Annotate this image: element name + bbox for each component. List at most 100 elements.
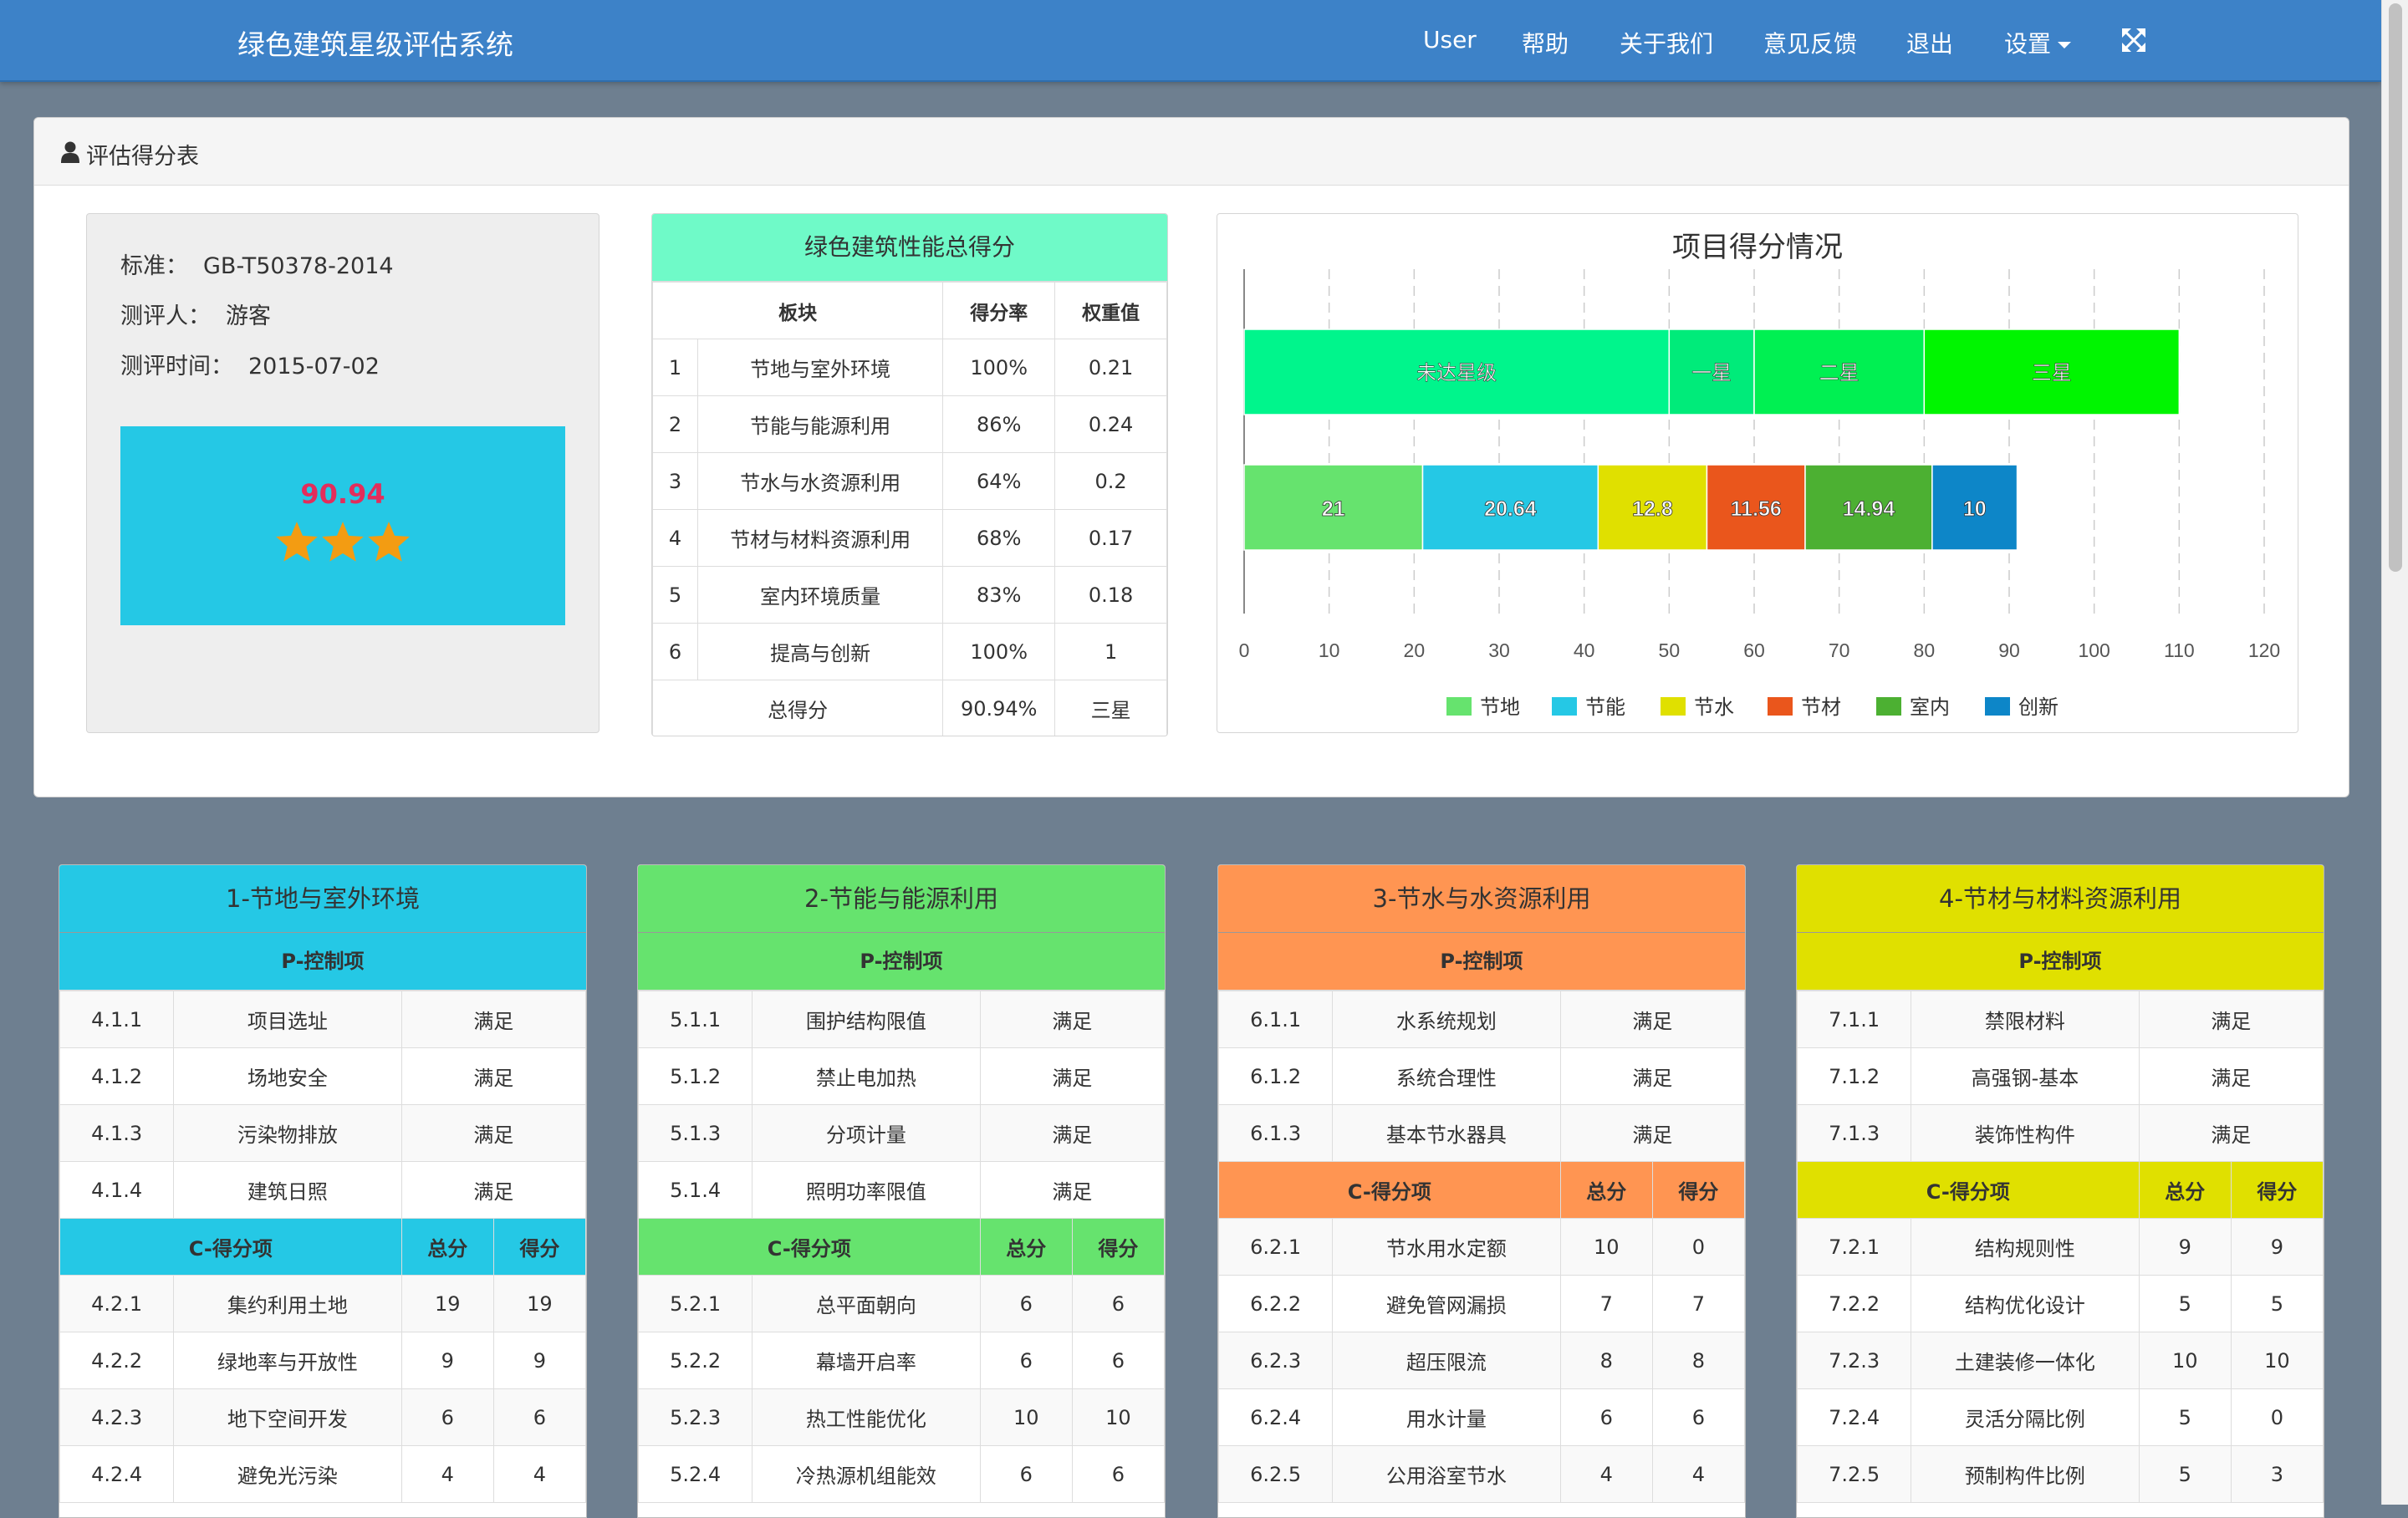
score-item-row[interactable]: 7.2.5 预制构件比例 5 3: [1797, 1445, 2324, 1503]
score-items-label: C-得分项: [1797, 1161, 2140, 1219]
table-row: 1 节地与室外环境 100% 0.21: [652, 339, 1167, 396]
row-weight: 0.2: [1054, 452, 1167, 510]
nav-settings-dropdown[interactable]: 设置: [2004, 26, 2072, 59]
page-scrollbar[interactable]: [2381, 0, 2408, 1505]
score-item-row[interactable]: 7.2.3 土建装修一体化 10 10: [1797, 1332, 2324, 1389]
row-rate: 64%: [942, 452, 1056, 510]
control-item-row[interactable]: 6.1.1 水系统规划 满足: [1218, 991, 1745, 1048]
item-code: 6.2.4: [1218, 1388, 1334, 1446]
row-rate: 68%: [942, 509, 1056, 567]
star-icon: [276, 522, 318, 562]
x-tick-label: 80: [1914, 639, 1936, 661]
x-tick-label: 50: [1659, 639, 1681, 661]
standard-label: 标准：: [120, 253, 188, 279]
item-status: 满足: [979, 1047, 1165, 1105]
score-data-label: 21: [1322, 497, 1345, 521]
item-name: 水系统规划: [1332, 991, 1561, 1048]
control-item-row[interactable]: 7.1.3 装饰性构件 满足: [1797, 1104, 2324, 1162]
scrollbar-thumb[interactable]: [2389, 3, 2402, 572]
nav-feedback[interactable]: 意见反馈: [1763, 26, 1857, 59]
table-header-row: 板块 得分率 权重值: [652, 282, 1167, 339]
nav-user[interactable]: User: [1423, 26, 1477, 53]
score-item-row[interactable]: 5.2.3 热工性能优化 10 10: [638, 1388, 1165, 1446]
item-code: 6.2.3: [1218, 1332, 1334, 1389]
control-item-row[interactable]: 4.1.4 建筑日照 满足: [59, 1161, 586, 1219]
item-name: 围护结构限值: [752, 991, 981, 1048]
item-total: 10: [2138, 1332, 2232, 1389]
legend-swatch: [1768, 697, 1793, 716]
control-item-row[interactable]: 4.1.3 污染物排放 满足: [59, 1104, 586, 1162]
control-item-row[interactable]: 4.1.2 场地安全 满足: [59, 1047, 586, 1105]
score-item-row[interactable]: 5.2.2 幕墙开启率 6 6: [638, 1332, 1165, 1389]
item-name: 预制构件比例: [1911, 1445, 2140, 1503]
score-item-row[interactable]: 6.2.5 公用浴室节水 4 4: [1218, 1445, 1745, 1503]
nav-logout[interactable]: 退出: [1906, 26, 1953, 59]
x-tick-label: 90: [1998, 639, 2020, 661]
score-item-row[interactable]: 7.2.2 结构优化设计 5 5: [1797, 1275, 2324, 1332]
control-items-header: P-控制项: [1218, 933, 1745, 991]
control-item-row[interactable]: 5.1.3 分项计量 满足: [638, 1104, 1165, 1162]
control-item-row[interactable]: 5.1.4 照明功率限值 满足: [638, 1161, 1165, 1219]
item-score: 10: [1071, 1388, 1165, 1446]
time-value: 2015-07-02: [248, 354, 380, 380]
module-table: 7.1.1 禁限材料 满足 7.1.2 高强钢-基本 满足 7.1.3 装饰性构件 满足 C-得分…: [1797, 991, 2324, 1503]
item-name: 幕墙开启率: [752, 1332, 981, 1389]
item-name: 土建装修一体化: [1911, 1332, 2140, 1389]
item-code: 6.1.1: [1218, 991, 1334, 1048]
control-item-row[interactable]: 6.1.3 基本节水器具 满足: [1218, 1104, 1745, 1162]
item-name: 禁止电加热: [752, 1047, 981, 1105]
item-total: 9: [400, 1332, 494, 1389]
score-items-label: C-得分项: [1218, 1161, 1561, 1219]
control-item-row[interactable]: 7.1.1 禁限材料 满足: [1797, 991, 2324, 1048]
row-name: 节材与材料资源利用: [696, 509, 944, 567]
control-item-row[interactable]: 7.1.2 高强钢-基本 满足: [1797, 1047, 2324, 1105]
app-title[interactable]: 绿色建筑星级评估系统: [237, 23, 513, 63]
item-name: 装饰性构件: [1911, 1104, 2140, 1162]
x-tick-label: 20: [1404, 639, 1426, 661]
item-total: 6: [979, 1332, 1073, 1389]
col-header-total: 总分: [979, 1218, 1073, 1276]
item-status: 满足: [979, 991, 1165, 1048]
score-item-row[interactable]: 7.2.1 结构规则性 9 9: [1797, 1218, 2324, 1276]
row-no: 2: [652, 395, 698, 453]
control-item-row[interactable]: 4.1.1 项目选址 满足: [59, 991, 586, 1048]
item-name: 建筑日照: [173, 1161, 402, 1219]
control-items-header: P-控制项: [59, 933, 586, 991]
score-item-row[interactable]: 4.2.3 地下空间开发 6 6: [59, 1388, 586, 1446]
x-tick-label: 70: [1829, 639, 1850, 661]
item-score: 3: [2230, 1445, 2324, 1503]
fullscreen-icon[interactable]: [2122, 28, 2145, 52]
item-score: 7: [1651, 1275, 1745, 1332]
row-no: 3: [652, 452, 698, 510]
user-icon: [61, 141, 79, 163]
item-total: 5: [2138, 1388, 2232, 1446]
control-item-row[interactable]: 6.1.2 系统合理性 满足: [1218, 1047, 1745, 1105]
item-code: 7.2.3: [1797, 1332, 1912, 1389]
col-header-total: 总分: [1559, 1161, 1653, 1219]
score-item-row[interactable]: 5.2.1 总平面朝向 6 6: [638, 1275, 1165, 1332]
score-item-row[interactable]: 6.2.4 用水计量 6 6: [1218, 1388, 1745, 1446]
item-name: 照明功率限值: [752, 1161, 981, 1219]
score-item-row[interactable]: 6.2.3 超压限流 8 8: [1218, 1332, 1745, 1389]
control-item-row[interactable]: 5.1.1 围护结构限值 满足: [638, 991, 1165, 1048]
score-item-row[interactable]: 4.2.4 避免光污染 4 4: [59, 1445, 586, 1503]
item-score: 8: [1651, 1332, 1745, 1389]
score-item-row[interactable]: 6.2.2 避免管网漏损 7 7: [1218, 1275, 1745, 1332]
score-item-row[interactable]: 6.2.1 节水用水定额 10 0: [1218, 1218, 1745, 1276]
module-table: 6.1.1 水系统规划 满足 6.1.2 系统合理性 满足 6.1.3 基本节水器具 满足 C-得…: [1218, 991, 1745, 1503]
time-label: 测评时间：: [120, 354, 233, 380]
x-tick-label: 60: [1743, 639, 1765, 661]
score-item-row[interactable]: 4.2.1 集约利用土地 19 19: [59, 1275, 586, 1332]
row-name: 提高与创新: [696, 623, 944, 680]
score-items-label: C-得分项: [638, 1218, 981, 1276]
item-total: 5: [2138, 1445, 2232, 1503]
col-header-section: 板块: [652, 282, 944, 339]
control-item-row[interactable]: 5.1.2 禁止电加热 满足: [638, 1047, 1165, 1105]
score-item-row[interactable]: 4.2.2 绿地率与开放性 9 9: [59, 1332, 586, 1389]
nav-about[interactable]: 关于我们: [1620, 26, 1713, 59]
row-no: 5: [652, 566, 698, 624]
nav-help[interactable]: 帮助: [1522, 26, 1569, 59]
item-total: 9: [2138, 1218, 2232, 1276]
score-item-row[interactable]: 7.2.4 灵活分隔比例 5 0: [1797, 1388, 2324, 1446]
score-item-row[interactable]: 5.2.4 冷热源机组能效 6 6: [638, 1445, 1165, 1503]
